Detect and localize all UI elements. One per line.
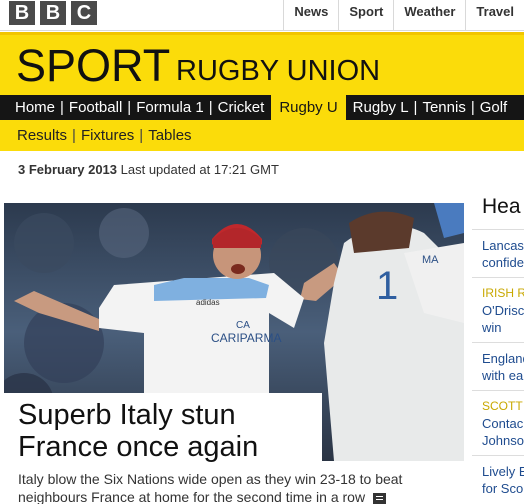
comment-icon[interactable] bbox=[372, 492, 386, 504]
story-summary: Italy blow the Six Nations wide open as … bbox=[18, 470, 448, 504]
headline-tag: IRISH R bbox=[482, 286, 524, 300]
headline-link-line1[interactable]: Contac bbox=[482, 415, 524, 432]
headline-link-line1[interactable]: England bbox=[482, 350, 524, 367]
shirt-brand-text: adidas bbox=[196, 298, 220, 307]
headline-link-line2[interactable]: with ea bbox=[482, 367, 524, 384]
headline-tag: SCOTT bbox=[482, 399, 523, 413]
last-updated: Last updated at 17:21 GMT bbox=[120, 162, 279, 177]
sport-nav: Home | Football | Formula 1 | Cricket Ru… bbox=[0, 95, 524, 120]
bbc-logo[interactable]: B B C bbox=[9, 1, 97, 25]
section-subnav: Results | Fixtures | Tables bbox=[0, 120, 524, 151]
shirt-logo-text: CA bbox=[236, 320, 250, 331]
headline-item[interactable]: England with ea bbox=[472, 342, 524, 390]
subnav-results[interactable]: Results bbox=[12, 127, 72, 144]
headline-link-line2[interactable]: for Sco bbox=[482, 480, 524, 497]
headline-item[interactable]: IRISH R O'Drisc win bbox=[472, 277, 524, 342]
headlines-column: Hea Lancas confide IRISH R O'Drisc win E… bbox=[472, 195, 524, 503]
headline-link-line1[interactable]: Lively E bbox=[482, 463, 524, 480]
story-headline-line1[interactable]: Superb Italy stun bbox=[18, 399, 322, 431]
global-nav: News Sport Weather Travel bbox=[283, 0, 524, 31]
story-headline-line2[interactable]: France once again bbox=[18, 431, 322, 463]
sport-nav-rugby-league[interactable]: Rugby L bbox=[348, 95, 414, 120]
headline-box: Superb Italy stun France once again bbox=[4, 393, 322, 463]
headline-item[interactable]: Lancas confide bbox=[472, 229, 524, 277]
top-bar: B B C News Sport Weather Travel bbox=[0, 0, 524, 31]
bbc-logo-letter-c: C bbox=[71, 1, 97, 25]
global-nav-travel[interactable]: Travel bbox=[465, 0, 524, 31]
headline-link-line1[interactable]: Lancas bbox=[482, 237, 524, 254]
global-nav-weather[interactable]: Weather bbox=[393, 0, 465, 31]
sport-nav-rugby-union[interactable]: Rugby U bbox=[271, 95, 346, 120]
headlines-title: Hea bbox=[482, 195, 521, 218]
sport-title[interactable]: SPORT bbox=[16, 41, 170, 91]
shirt-text-right: MA bbox=[422, 254, 439, 266]
shirt-sponsor-text: CARIPARMA bbox=[211, 331, 281, 345]
sport-nav-home[interactable]: Home bbox=[10, 95, 60, 120]
headline-item[interactable]: SCOTT Contac Johnso bbox=[472, 390, 524, 455]
sport-banner: SPORT RUGBY UNION bbox=[0, 32, 524, 95]
sport-nav-formula1[interactable]: Formula 1 bbox=[131, 95, 209, 120]
sport-nav-tennis[interactable]: Tennis bbox=[417, 95, 470, 120]
headline-link-line2[interactable]: win bbox=[482, 319, 524, 336]
section-title[interactable]: RUGBY UNION bbox=[176, 55, 380, 87]
sport-nav-cricket[interactable]: Cricket bbox=[213, 95, 270, 120]
dateline: 3 February 2013 Last updated at 17:21 GM… bbox=[18, 162, 279, 177]
subnav-fixtures[interactable]: Fixtures bbox=[76, 127, 139, 144]
headline-link-line2[interactable]: confide bbox=[482, 254, 524, 271]
global-nav-sport[interactable]: Sport bbox=[338, 0, 393, 31]
headline-link-line2[interactable]: Johnso bbox=[482, 432, 524, 449]
sport-nav-golf[interactable]: Golf bbox=[475, 95, 513, 120]
global-nav-news[interactable]: News bbox=[283, 0, 338, 31]
story-summary-text: Italy blow the Six Nations wide open as … bbox=[18, 471, 403, 504]
bbc-logo-letter-b2: B bbox=[40, 1, 66, 25]
headline-link-line1[interactable]: O'Drisc bbox=[482, 302, 524, 319]
page-date: 3 February 2013 bbox=[18, 162, 118, 177]
subnav-tables[interactable]: Tables bbox=[143, 127, 196, 144]
bbc-logo-letter-b1: B bbox=[9, 1, 35, 25]
jersey-number: 1 bbox=[376, 264, 398, 308]
sport-nav-football[interactable]: Football bbox=[64, 95, 127, 120]
headline-item[interactable]: Lively E for Sco bbox=[472, 455, 524, 503]
